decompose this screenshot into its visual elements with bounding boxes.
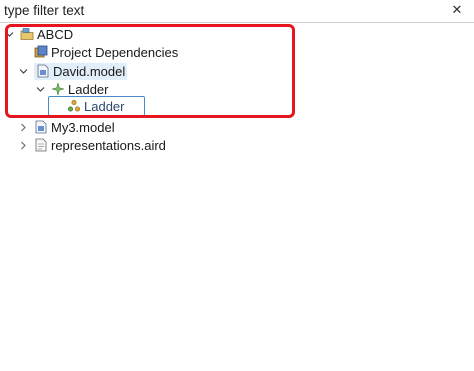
- chevron-down-icon[interactable]: [35, 84, 45, 94]
- aird-file-icon: [34, 138, 48, 152]
- filter-bar: ✕: [0, 0, 474, 23]
- tree-item-label: David.model: [53, 63, 126, 79]
- filter-input[interactable]: [2, 1, 444, 20]
- tree-item-representations-aird[interactable]: representations.aird: [18, 136, 166, 154]
- dependencies-icon: [34, 45, 48, 59]
- tree-item-selection: David.model: [34, 62, 128, 80]
- instance-icon: [67, 99, 81, 113]
- tree-item-label: Project Dependencies: [51, 44, 179, 60]
- model-file-icon: [36, 64, 50, 78]
- tree-item-label: ABCD: [37, 26, 74, 42]
- tree-item-david-model[interactable]: David.model: [18, 62, 128, 80]
- model-file-icon: [34, 120, 48, 134]
- tree-item-ladder-instance[interactable]: Ladder: [48, 96, 145, 116]
- tree-item-project-dependencies[interactable]: Project Dependencies: [34, 43, 178, 61]
- tree-item-my3-model[interactable]: My3.model: [18, 118, 115, 136]
- tree-item-label: Ladder: [68, 81, 109, 97]
- tree-item-label: representations.aird: [51, 137, 166, 153]
- chevron-down-icon[interactable]: [4, 29, 14, 39]
- close-icon[interactable]: ✕: [450, 2, 464, 18]
- tree-item-label: My3.model: [51, 119, 115, 135]
- tree-item-abcd[interactable]: ABCD: [4, 25, 73, 43]
- chevron-down-icon[interactable]: [18, 66, 28, 76]
- project-folder-icon: [20, 27, 34, 41]
- class-icon: [51, 82, 65, 96]
- tree-item-label: Ladder: [84, 98, 125, 114]
- chevron-right-icon[interactable]: [18, 140, 28, 150]
- chevron-right-icon[interactable]: [18, 122, 28, 132]
